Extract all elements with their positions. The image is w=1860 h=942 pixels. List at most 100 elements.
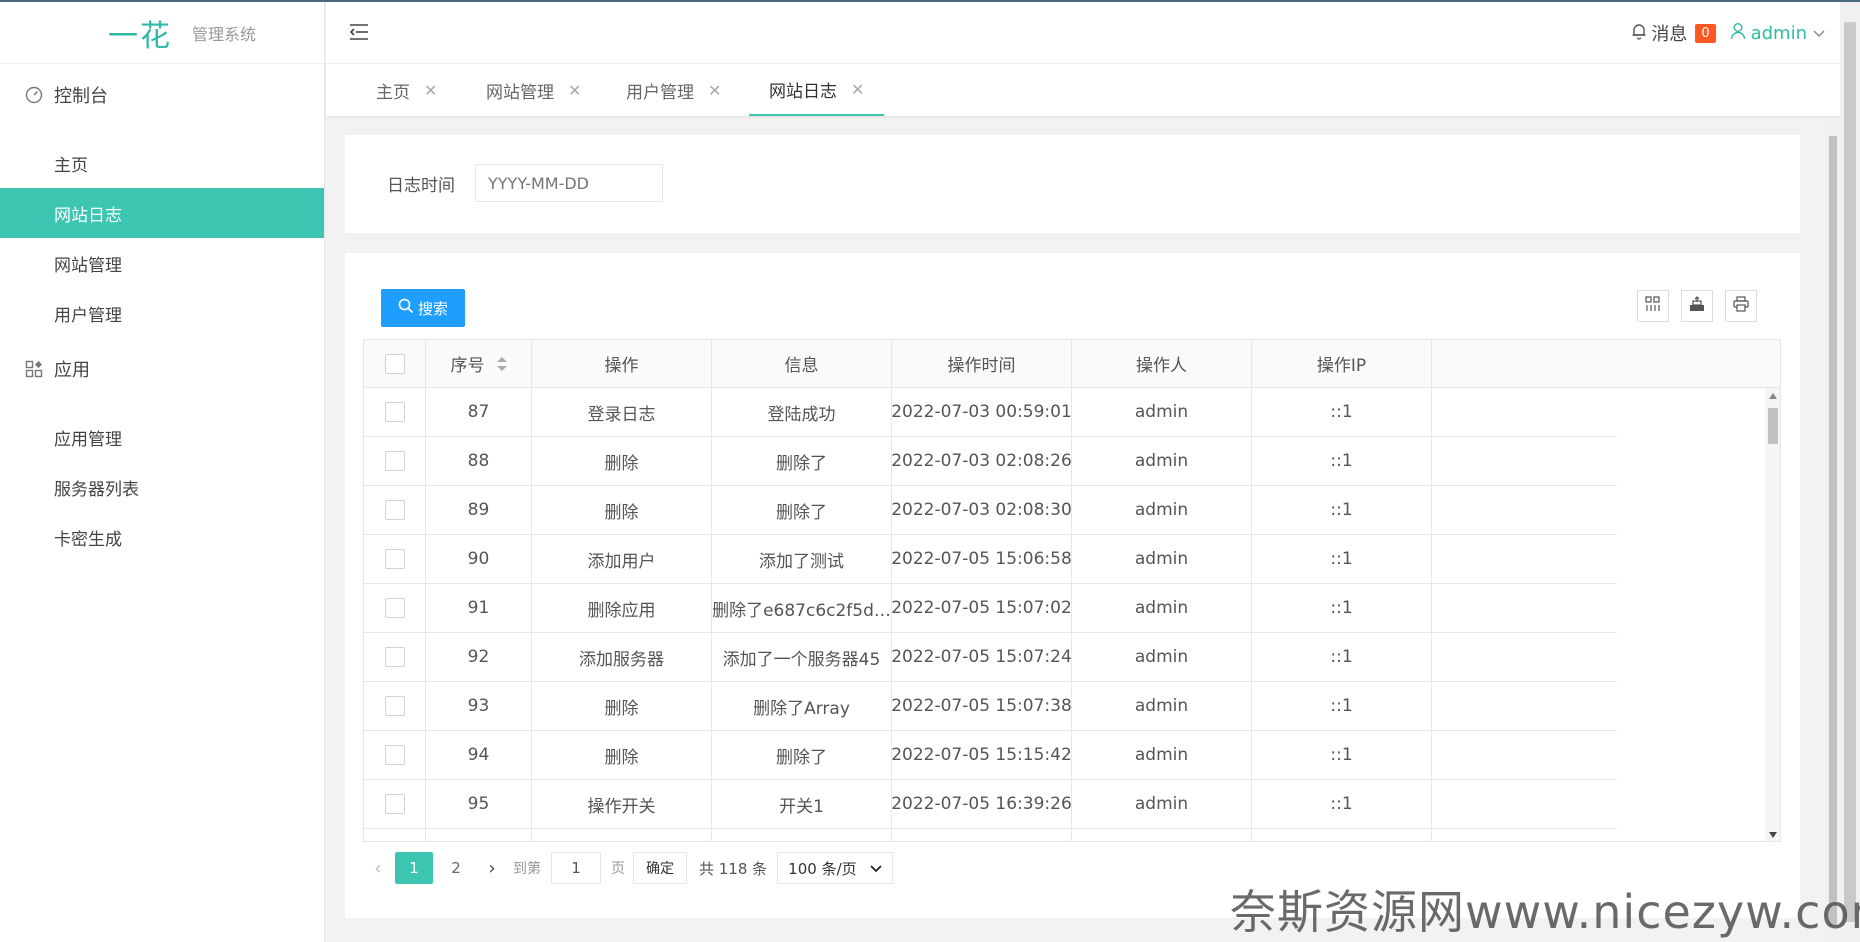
watermark-text: 奈斯资源网www.nicezyw.com <box>1230 885 1860 939</box>
sidebar-group-apps[interactable]: 应用 <box>0 338 324 400</box>
sidebar-item-user-manage[interactable]: 用户管理 <box>0 288 324 338</box>
sort-icon[interactable] <box>496 356 507 371</box>
prev-page-icon[interactable]: ‹ <box>363 858 393 879</box>
row-select-cell <box>364 437 426 485</box>
next-page-icon[interactable]: › <box>477 858 507 879</box>
sidebar-item-home[interactable]: 主页 <box>0 138 324 188</box>
partial-row-cell <box>712 829 892 841</box>
table-scrollbar[interactable] <box>1765 388 1780 841</box>
apps-icon <box>24 359 44 379</box>
row-checkbox[interactable] <box>384 696 405 716</box>
cell-time: 2022-07-05 15:06:58 <box>892 535 1072 583</box>
search-button[interactable]: 搜索 <box>381 289 465 327</box>
column-header-label: 序号 <box>450 356 485 376</box>
total-count: 共 118 条 <box>699 859 768 878</box>
tab-label: 主页 <box>376 82 410 103</box>
page-size-select[interactable]: 100 条/页 <box>777 852 894 884</box>
table-row[interactable]: 88 删除 删除了 2022-07-03 02:08:26 admin::1 <box>364 437 1617 486</box>
close-icon[interactable]: ✕ <box>424 81 437 100</box>
cell-time: 2022-07-05 15:15:42 <box>892 731 1072 779</box>
cell-info: 删除了Array <box>712 682 892 730</box>
page-2[interactable]: 2 <box>437 852 475 884</box>
table-row[interactable]: 91 删除应用 删除了e687c6c2f5d… 2022-07-05 15:07:02… <box>364 584 1617 633</box>
export-icon <box>1689 295 1705 317</box>
select-all-checkbox[interactable] <box>384 353 405 374</box>
table-scrollbar-thumb[interactable] <box>1768 408 1778 444</box>
columns-filter-button[interactable] <box>1637 290 1669 322</box>
cell-ip: ::1 <box>1252 731 1432 779</box>
cell-time: 2022-07-05 15:07:24 <box>892 633 1072 681</box>
cell-ip: ::1 <box>1252 486 1432 534</box>
sidebar-item-site-log[interactable]: 网站日志 <box>0 188 324 238</box>
cell-info: 删除了 <box>712 437 892 485</box>
page-1[interactable]: 1 <box>395 852 433 884</box>
content-scrollbar-thumb[interactable] <box>1829 136 1837 926</box>
select-all-cell <box>364 340 426 387</box>
log-time-label: 日志时间 <box>387 176 455 196</box>
tab-user-manage[interactable]: 用户管理 ✕ <box>626 64 721 116</box>
sidebar-group-console[interactable]: 控制台 <box>0 64 324 126</box>
table-row[interactable]: 90 添加用户 添加了测试 2022-07-05 15:06:58 admin::1 <box>364 535 1617 584</box>
cell-ip: ::1 <box>1252 437 1432 485</box>
content-scrollbar[interactable] <box>1826 118 1840 942</box>
table-row[interactable] <box>364 829 1617 841</box>
row-checkbox[interactable] <box>384 794 405 814</box>
user-menu[interactable]: admin <box>1730 22 1826 45</box>
log-date-input[interactable] <box>475 164 663 202</box>
table-row[interactable]: 89 删除 删除了 2022-07-03 02:08:30 admin::1 <box>364 486 1617 535</box>
tab-home[interactable]: 主页 ✕ <box>376 64 437 116</box>
row-checkbox[interactable] <box>384 598 405 618</box>
menu-fold-icon[interactable] <box>348 22 370 42</box>
row-checkbox[interactable] <box>384 745 405 765</box>
row-checkbox[interactable] <box>384 647 405 667</box>
row-checkbox[interactable] <box>384 549 405 569</box>
close-icon[interactable]: ✕ <box>851 80 864 99</box>
partial-row-cell <box>532 829 712 841</box>
sidebar-item-app-manage[interactable]: 应用管理 <box>0 412 324 462</box>
cell-action: 操作开关 <box>532 780 712 828</box>
table-row[interactable]: 94 删除 删除了 2022-07-05 15:15:42 admin::1 <box>364 731 1617 780</box>
filter-panel: 日志时间 <box>345 135 1800 233</box>
cell-operator: admin <box>1072 780 1252 828</box>
cell-action: 登录日志 <box>532 388 712 436</box>
column-header-operator: 操作人 <box>1072 340 1252 387</box>
cell-time: 2022-07-03 02:08:30 <box>892 486 1072 534</box>
row-checkbox[interactable] <box>384 402 405 422</box>
scroll-up-icon[interactable] <box>1768 392 1778 400</box>
print-button[interactable] <box>1725 290 1757 322</box>
column-header-id[interactable]: 序号 <box>426 340 532 387</box>
table-row[interactable]: 92 添加服务器 添加了一个服务器45 2022-07-05 15:07:24 admi… <box>364 633 1617 682</box>
column-header-time: 操作时间 <box>892 340 1072 387</box>
cell-info: 登陆成功 <box>712 388 892 436</box>
messages-button[interactable]: 消息 0 <box>1631 20 1716 46</box>
table-row[interactable]: 95 操作开关 开关1 2022-07-05 16:39:26 admin::1 <box>364 780 1617 829</box>
window-scrollbar-thumb[interactable] <box>1844 22 1856 922</box>
cell-action: 添加用户 <box>532 535 712 583</box>
tab-site-manage[interactable]: 网站管理 ✕ <box>486 64 581 116</box>
row-checkbox[interactable] <box>384 500 405 520</box>
sidebar-item-card-generate[interactable]: 卡密生成 <box>0 512 324 562</box>
cell-operator: admin <box>1072 486 1252 534</box>
table-row[interactable]: 93 删除 删除了Array 2022-07-05 15:07:38 admin::1 <box>364 682 1617 731</box>
sidebar-item-site-manage[interactable]: 网站管理 <box>0 238 324 288</box>
row-select-cell <box>364 633 426 681</box>
cell-info: 开关1 <box>712 780 892 828</box>
export-button[interactable] <box>1681 290 1713 322</box>
goto-page-input[interactable] <box>551 852 601 884</box>
window-scrollbar[interactable] <box>1840 2 1860 942</box>
cell-action: 删除 <box>532 731 712 779</box>
row-select-cell <box>364 486 426 534</box>
row-checkbox[interactable] <box>384 451 405 471</box>
table-header: 序号 操作 信息 操作时间 操作人 操作IP <box>364 340 1780 388</box>
table-row[interactable]: 87 登录日志 登陆成功 2022-07-03 00:59:01 admin::1 <box>364 388 1617 437</box>
tab-site-log[interactable]: 网站日志 ✕ <box>749 64 885 116</box>
messages-badge: 0 <box>1695 23 1716 43</box>
sidebar-item-server-list[interactable]: 服务器列表 <box>0 462 324 512</box>
close-icon[interactable]: ✕ <box>708 81 721 100</box>
cell-id: 93 <box>426 682 532 730</box>
search-button-label: 搜索 <box>417 299 448 318</box>
close-icon[interactable]: ✕ <box>568 81 581 100</box>
cell-action: 删除 <box>532 682 712 730</box>
scroll-down-icon[interactable] <box>1768 831 1778 839</box>
goto-confirm-button[interactable]: 确定 <box>633 852 687 884</box>
